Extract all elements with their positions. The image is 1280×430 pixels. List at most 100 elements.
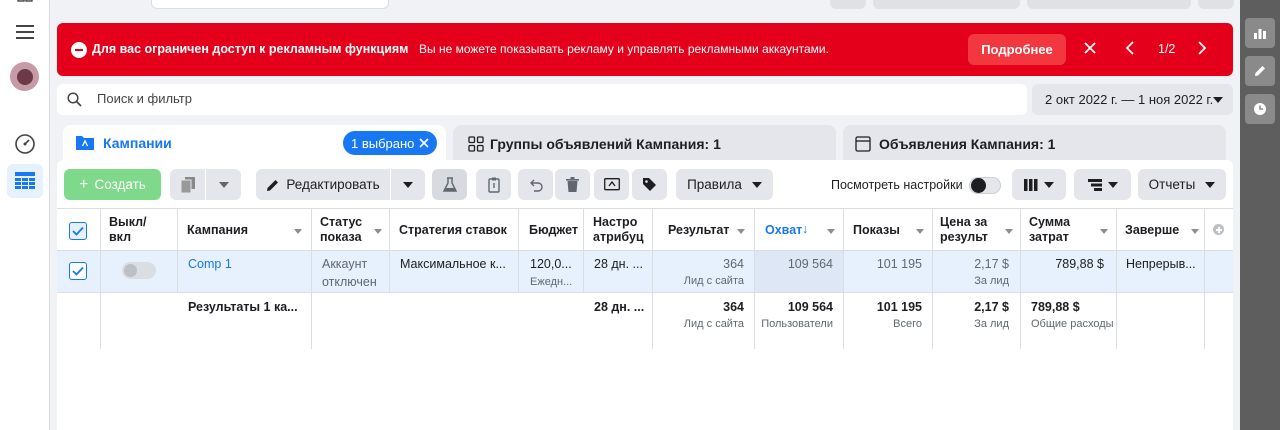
- ads-manager-table-icon[interactable]: [7, 164, 43, 198]
- chart-icon[interactable]: [1245, 18, 1275, 48]
- close-icon[interactable]: [419, 138, 429, 148]
- chevron-right-icon[interactable]: [1197, 41, 1211, 57]
- copy-icon: [180, 176, 195, 193]
- tag-icon: [643, 178, 656, 191]
- view-settings-toggle[interactable]: [969, 177, 1001, 194]
- column-header-budget[interactable]: Бюджет: [519, 209, 584, 250]
- summary-end-cell: [1117, 293, 1205, 349]
- create-button[interactable]: + Создать: [64, 169, 161, 200]
- status-cell: Аккаунт отключен: [312, 251, 390, 292]
- column-header-end[interactable]: Заверше: [1117, 209, 1205, 250]
- chevron-down-icon: [1107, 181, 1118, 188]
- top-button-stub[interactable]: [1198, 0, 1234, 9]
- tab-adsets-label: Группы объявлений Кампания: 1: [490, 136, 721, 152]
- left-navigation: [0, 0, 50, 430]
- row-checkbox[interactable]: [69, 262, 87, 280]
- undo-icon: [529, 179, 543, 192]
- top-button-stub[interactable]: [830, 0, 866, 9]
- columns-button[interactable]: [1012, 169, 1066, 200]
- column-header-toggle[interactable]: Выкл/ вкл: [101, 209, 178, 250]
- tags-button[interactable]: [632, 169, 667, 200]
- reports-button[interactable]: Отчеты: [1138, 169, 1226, 200]
- top-button-stub[interactable]: [873, 0, 1020, 9]
- clock-icon[interactable]: [1245, 94, 1275, 124]
- pencil-icon[interactable]: [1245, 56, 1275, 86]
- search-input[interactable]: [97, 91, 697, 106]
- no-entry-icon: [71, 42, 87, 58]
- add-column-icon[interactable]: [1213, 224, 1224, 235]
- cost-cell: 2,17 $ За лид: [933, 251, 1021, 292]
- chevron-down-icon: [403, 181, 413, 188]
- trash-icon: [566, 177, 579, 192]
- date-range-picker[interactable]: 2 окт 2022 г. — 1 ноя 2022 г.: [1032, 84, 1233, 115]
- chevron-down-icon: [827, 229, 835, 234]
- undo-button[interactable]: [518, 169, 553, 200]
- clipboard-button[interactable]: [476, 169, 511, 200]
- pencil-icon: [267, 179, 279, 191]
- column-header-status[interactable]: Статус показа: [312, 209, 390, 250]
- tab-adsets[interactable]: Группы объявлений Кампания: 1: [453, 125, 836, 165]
- delete-button[interactable]: [555, 169, 590, 200]
- add-column-cell[interactable]: [1205, 209, 1233, 250]
- chevron-left-icon[interactable]: [1125, 41, 1139, 57]
- attribution-cell: 28 дн. ...: [584, 251, 653, 292]
- restriction-alert-banner: Для вас ограничен доступ к рекламным фун…: [57, 23, 1233, 76]
- campaign-on-off-toggle[interactable]: [122, 262, 156, 279]
- duplicate-button[interactable]: [170, 169, 205, 200]
- column-header-reach[interactable]: Охват ↓: [755, 209, 844, 250]
- table-header: Выкл/ вкл Кампания Статус показа Стратег…: [57, 208, 1233, 251]
- alert-more-button[interactable]: Подробнее: [968, 34, 1066, 65]
- summary-cost-cell: 2,17 $ За лид: [933, 293, 1021, 349]
- chevron-down-icon: [374, 229, 382, 234]
- grid-icon[interactable]: [10, 0, 40, 10]
- summary-impressions-cell: 101 195 Всего: [844, 293, 933, 349]
- share-icon: [603, 177, 620, 190]
- column-header-campaign[interactable]: Кампания: [178, 209, 312, 250]
- rules-button[interactable]: Правила: [676, 169, 773, 200]
- breakdown-icon: [1087, 178, 1102, 191]
- summary-attribution-cell: 28 дн. ...: [584, 293, 653, 349]
- column-header-spend[interactable]: Сумма затрат: [1021, 209, 1117, 250]
- summary-label-cell: Результаты 1 ка...: [178, 293, 312, 349]
- reach-cell: 109 564: [755, 251, 844, 292]
- spend-cell: 789,88 $: [1021, 251, 1117, 292]
- menu-icon[interactable]: [12, 20, 38, 44]
- column-header-result[interactable]: Результат: [653, 209, 755, 250]
- breakdown-button[interactable]: [1074, 169, 1131, 200]
- search-icon: [67, 92, 83, 108]
- close-icon[interactable]: [1083, 41, 1099, 57]
- top-button-stub[interactable]: [1027, 0, 1191, 9]
- selected-count-badge[interactable]: 1 выбрано: [343, 131, 437, 155]
- tab-ads-label: Объявления Кампания: 1: [879, 136, 1056, 152]
- alert-message: Вы не можете показывать рекламу и управл…: [419, 42, 829, 56]
- duplicate-dropdown[interactable]: [206, 169, 241, 200]
- column-header-impressions[interactable]: Показы: [844, 209, 933, 250]
- edit-dropdown[interactable]: [391, 169, 425, 200]
- campaign-name-link[interactable]: Comp 1: [188, 257, 232, 272]
- select-all-checkbox[interactable]: [69, 222, 87, 240]
- arrow-down-icon: ↓: [802, 222, 809, 236]
- chevron-down-icon: [1191, 229, 1199, 234]
- selected-count-label: 1 выбрано: [351, 135, 415, 151]
- table-row[interactable]: Comp 1 Аккаунт отключен Максимальное к..…: [57, 251, 1233, 293]
- share-preview-button[interactable]: [594, 169, 629, 200]
- column-header-cost[interactable]: Цена за результ: [933, 209, 1021, 250]
- date-range-label: 2 окт 2022 г. — 1 ноя 2022 г.: [1045, 92, 1214, 107]
- summary-spend-cell: 789,88 $ Общие расходы: [1021, 293, 1117, 349]
- column-header-bid-strategy[interactable]: Стратегия ставок: [390, 209, 519, 250]
- top-search-stub[interactable]: [151, 0, 389, 9]
- row-toggle-cell: [101, 251, 178, 292]
- view-settings-label: Посмотреть настройки: [831, 178, 963, 192]
- dashboard-gauge-icon[interactable]: [12, 131, 38, 157]
- summary-result-cell: 364 Лид с сайта: [653, 293, 755, 349]
- column-header-attribution[interactable]: Настро атрибуц: [584, 209, 653, 250]
- ab-test-button[interactable]: [432, 169, 467, 200]
- grid-icon: [468, 136, 484, 152]
- tab-campaigns[interactable]: Кампании 1 выбрано: [63, 125, 446, 165]
- tab-ads[interactable]: Объявления Кампания: 1: [843, 125, 1226, 165]
- edit-button[interactable]: Редактировать: [256, 169, 390, 200]
- right-rail: [1240, 0, 1280, 430]
- ad-window-icon: [855, 136, 871, 152]
- avatar[interactable]: [10, 62, 39, 91]
- chevron-down-icon: [1213, 97, 1223, 103]
